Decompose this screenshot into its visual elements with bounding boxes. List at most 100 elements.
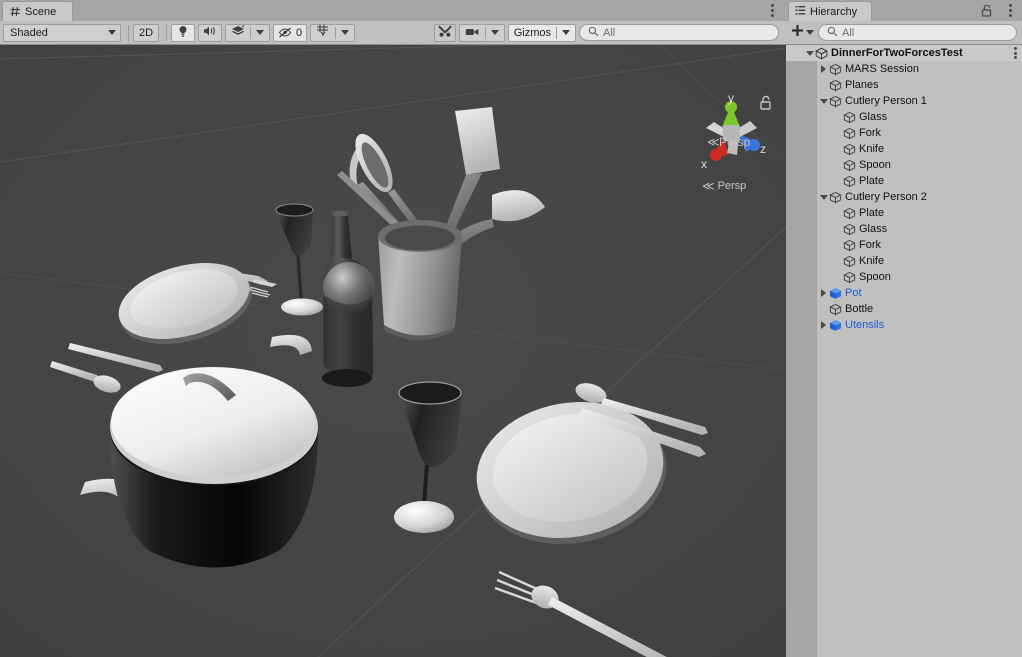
gizmos-toggle-button[interactable]: Gizmos (509, 25, 556, 41)
hierarchy-options-menu[interactable] (1009, 4, 1012, 17)
projection-mode-overlay[interactable]: ≪ Persp (702, 179, 746, 193)
hidden-objects-button[interactable]: 0 (273, 24, 307, 42)
tab-scene-label: Scene (25, 6, 56, 18)
gizmos-dropdown-group[interactable]: Gizmos (508, 24, 576, 42)
hierarchy-lock-button[interactable] (981, 4, 992, 22)
toggle-lighting-button[interactable] (171, 24, 195, 42)
hierarchy-panel: Hierarchy (786, 0, 1022, 657)
twisty-spacer (832, 269, 843, 285)
gameobject-icon (843, 207, 856, 220)
tree-item-label: Plate (859, 173, 884, 189)
gameobject-icon (829, 63, 842, 76)
tree-item-label: Spoon (859, 157, 891, 173)
chevron-right-icon[interactable] (818, 61, 829, 77)
toggle-2d-label: 2D (139, 27, 153, 39)
scene-search-placeholder: All (603, 27, 615, 39)
scene-camera-icon (465, 24, 480, 42)
tree-item-plate[interactable]: Plate (786, 205, 1022, 221)
scene-search-input[interactable]: All (579, 24, 779, 41)
effects-layers-icon (231, 24, 245, 42)
tree-item-cutlery-person-1[interactable]: Cutlery Person 1 (786, 93, 1022, 109)
scene-viewport[interactable]: y z x ≪ Persp (0, 45, 786, 657)
tree-item-label: Glass (859, 109, 887, 125)
projection-label: Persp (719, 135, 751, 149)
tree-item-pot[interactable]: Pot (786, 285, 1022, 301)
tab-scene[interactable]: Scene (2, 1, 73, 21)
chevron-right-icon[interactable] (818, 285, 829, 301)
twisty-spacer (832, 109, 843, 125)
scene-toolbar: Shaded 2D (0, 21, 786, 45)
toggle-audio-button[interactable] (198, 24, 222, 42)
scene-options-menu[interactable] (771, 4, 774, 17)
gameobject-icon (843, 111, 856, 124)
toggle-grid-button[interactable] (311, 25, 335, 41)
projection-arrow-icon: ≪ (707, 135, 720, 149)
tree-item-label: Plate (859, 205, 884, 221)
tree-item-utensils[interactable]: Utensils (786, 317, 1022, 333)
chevron-down-icon (562, 30, 570, 35)
tree-item-planes[interactable]: Planes (786, 77, 1022, 93)
tree-item-mars-session[interactable]: MARS Session (786, 61, 1022, 77)
gameobject-icon (843, 143, 856, 156)
chevron-down-icon[interactable] (818, 189, 829, 205)
chevron-right-icon[interactable] (818, 317, 829, 333)
tree-item-glass[interactable]: Glass (786, 109, 1022, 125)
unity-editor-window: Scene Shaded 2D (0, 0, 1022, 657)
twisty-spacer (832, 157, 843, 173)
chevron-down-icon[interactable] (818, 93, 829, 109)
plus-icon (791, 24, 804, 42)
gizmos-label: Gizmos (514, 27, 551, 39)
tree-item-spoon[interactable]: Spoon (786, 157, 1022, 173)
tree-item-bottle[interactable]: Bottle (786, 301, 1022, 317)
tree-item-knife[interactable]: Knife (786, 253, 1022, 269)
twisty-spacer (832, 253, 843, 269)
grid-visibility-icon (316, 24, 330, 42)
scene-camera-button[interactable] (460, 25, 485, 41)
tree-item-label: Cutlery Person 2 (845, 189, 927, 205)
tree-item-knife[interactable]: Knife (786, 141, 1022, 157)
toggle-effects-button[interactable] (226, 25, 250, 41)
tree-item-spoon[interactable]: Spoon (786, 269, 1022, 285)
gameobject-icon (829, 303, 842, 316)
effects-dropdown-group[interactable] (225, 24, 270, 42)
draw-mode-dropdown[interactable]: Shaded (3, 24, 121, 42)
tree-item-label: Fork (859, 237, 881, 253)
scene-render: y z x ≪ Persp (0, 45, 786, 657)
prefab-icon (829, 319, 842, 332)
tree-item-glass[interactable]: Glass (786, 221, 1022, 237)
chevron-down-icon (806, 30, 814, 35)
gameobject-icon (843, 223, 856, 236)
tab-hierarchy[interactable]: Hierarchy (788, 1, 872, 21)
hierarchy-rows: DinnerForTwoForcesTestMARS SessionPlanes… (786, 45, 1022, 333)
create-object-button[interactable] (791, 24, 814, 42)
tree-item-label: Fork (859, 125, 881, 141)
tree-item-cutlery-person-2[interactable]: Cutlery Person 2 (786, 189, 1022, 205)
hierarchy-search-input[interactable]: All (818, 24, 1017, 41)
camera-dropdown-caret[interactable] (486, 25, 504, 41)
tree-item-plate[interactable]: Plate (786, 173, 1022, 189)
gameobject-icon (829, 95, 842, 108)
effects-dropdown-caret[interactable] (251, 25, 269, 41)
grid-dropdown-caret[interactable] (336, 25, 354, 41)
tree-item-fork[interactable]: Fork (786, 237, 1022, 253)
toggle-2d-button[interactable]: 2D (133, 24, 159, 42)
twisty-spacer (832, 141, 843, 157)
hierarchy-tree[interactable]: DinnerForTwoForcesTestMARS SessionPlanes… (786, 45, 1022, 657)
gizmo-axis-x-label: x (701, 157, 707, 171)
projection-arrow-icon: ≪ (702, 179, 715, 193)
hierarchy-list-icon (795, 5, 806, 19)
chevron-down-icon[interactable] (804, 45, 815, 61)
component-tools-button[interactable] (434, 24, 456, 42)
chevron-down-icon (491, 30, 499, 35)
tree-item-fork[interactable]: Fork (786, 125, 1022, 141)
twisty-spacer (818, 77, 829, 93)
hidden-objects-count: 0 (296, 27, 302, 39)
gameobject-icon (843, 127, 856, 140)
projection-toggle[interactable]: ≪ Persp (707, 135, 751, 149)
camera-dropdown-group[interactable] (459, 24, 505, 42)
hierarchy-root-row[interactable]: DinnerForTwoForcesTest (786, 45, 1022, 61)
gizmos-dropdown-caret[interactable] (557, 25, 575, 41)
row-options-menu[interactable] (1014, 47, 1017, 59)
grid-dropdown-group[interactable] (310, 24, 355, 42)
gameobject-icon (843, 271, 856, 284)
